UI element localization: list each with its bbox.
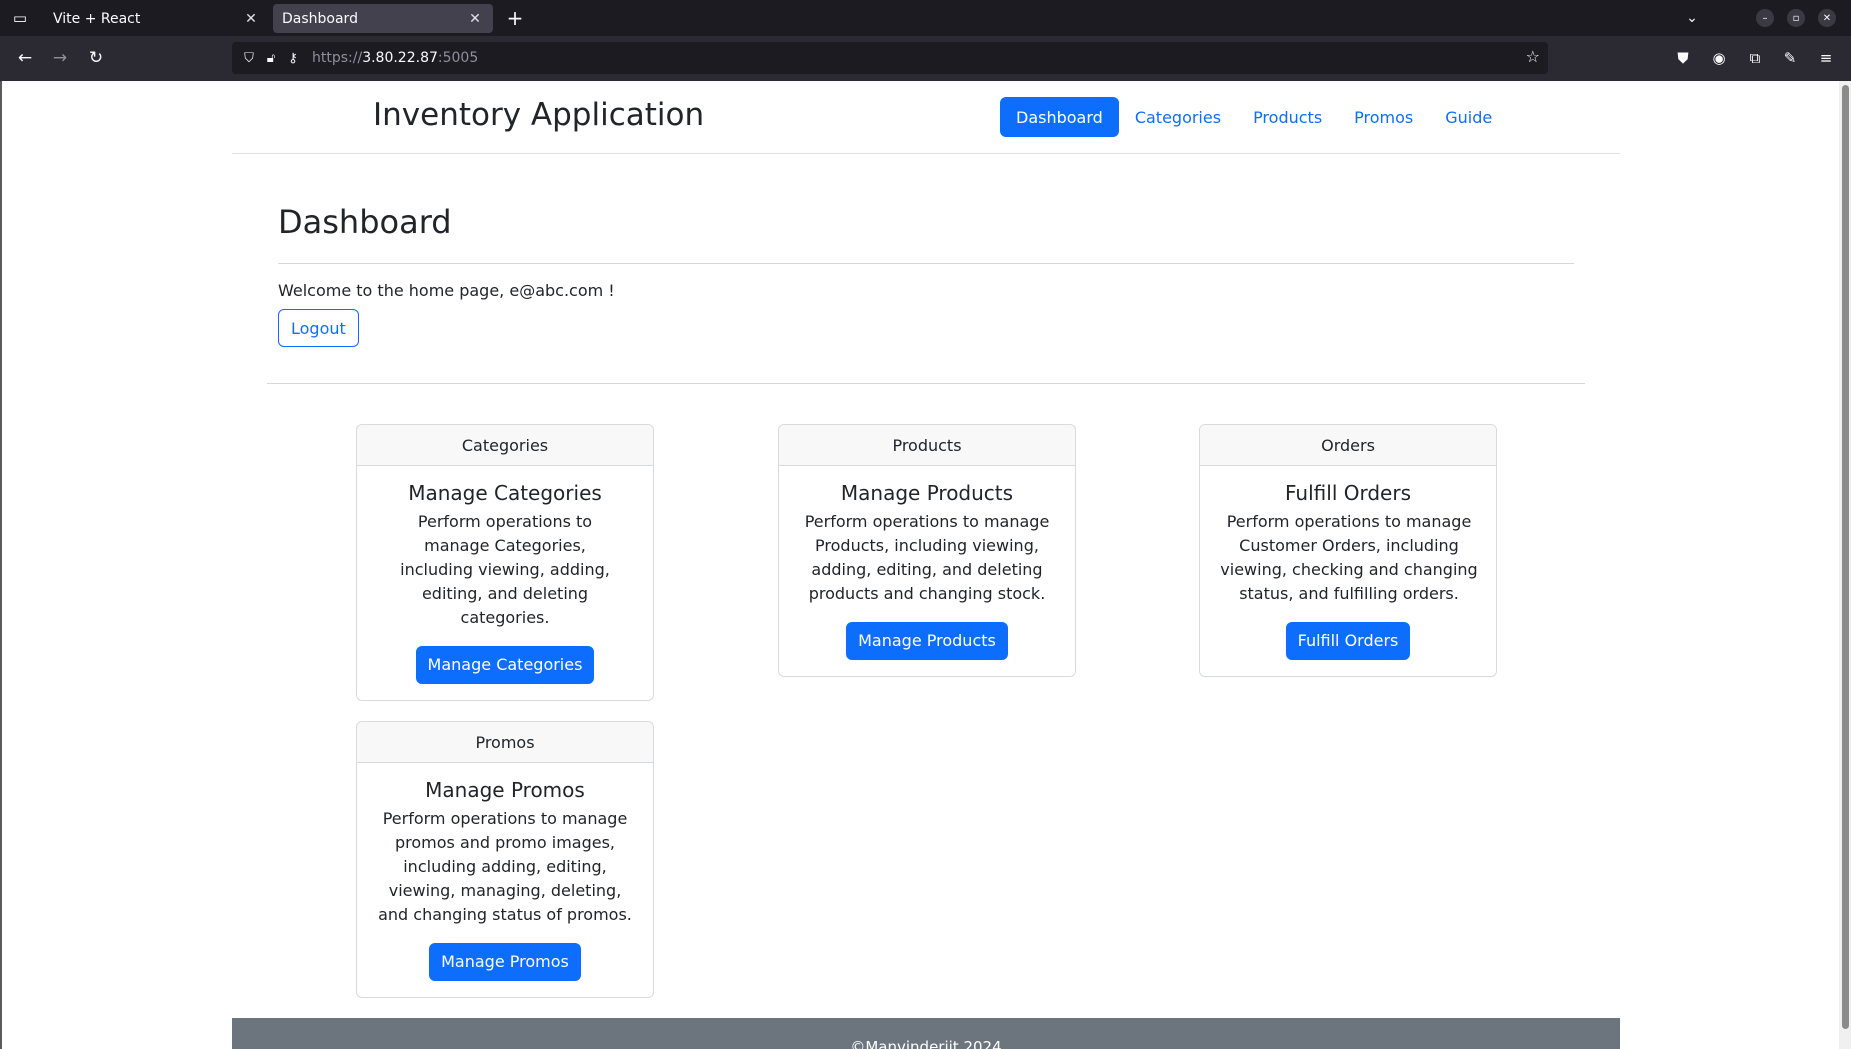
- forward-icon[interactable]: →: [46, 44, 74, 72]
- page-container: Inventory Application Dashboard Categori…: [232, 81, 1620, 1049]
- page-viewport: Inventory Application Dashboard Categori…: [0, 81, 1851, 1049]
- close-window-icon[interactable]: ✕: [1818, 9, 1836, 27]
- menu-icon[interactable]: ≡: [1812, 44, 1840, 72]
- key-icon[interactable]: ⚷: [282, 47, 304, 69]
- chevron-down-icon[interactable]: ⌄: [1680, 6, 1704, 30]
- card-body: Manage Products Perform operations to ma…: [779, 466, 1075, 676]
- extensions-icon[interactable]: ⧉: [1741, 44, 1769, 72]
- card-orders: Orders Fulfill Orders Perform operations…: [1199, 424, 1497, 677]
- card-text: Perform operations to manage Products, i…: [804, 512, 1050, 603]
- nav-products[interactable]: Products: [1237, 97, 1338, 137]
- card-header: Promos: [357, 722, 653, 763]
- url-bar[interactable]: ⛉ 🔓︎ ⚷ https://3.80.22.87:5005 ☆: [232, 42, 1548, 74]
- tab-title: Dashboard: [282, 10, 358, 27]
- main-nav: Dashboard Categories Products Promos Gui…: [1000, 97, 1508, 137]
- pen-icon[interactable]: ✎: [1776, 44, 1804, 72]
- browser-tab-vite-react[interactable]: Vite + React ✕: [44, 4, 269, 33]
- close-icon[interactable]: ✕: [467, 11, 483, 27]
- nav-dashboard[interactable]: Dashboard: [1000, 97, 1119, 137]
- scrollbar-thumb[interactable]: [1842, 85, 1849, 1029]
- card-body: Manage Categories Perform operations to …: [357, 466, 653, 700]
- logout-button[interactable]: Logout: [278, 309, 359, 347]
- card-text: Perform operations to manage promos and …: [378, 809, 632, 924]
- account-icon[interactable]: ◉: [1705, 44, 1733, 72]
- url-text[interactable]: https://3.80.22.87:5005: [312, 50, 478, 66]
- new-tab-button[interactable]: +: [502, 5, 528, 31]
- card-promos: Promos Manage Promos Perform operations …: [356, 721, 654, 998]
- close-icon[interactable]: ✕: [243, 11, 259, 27]
- tab-title: Vite + React: [53, 10, 141, 27]
- manage-promos-button[interactable]: Manage Promos: [429, 943, 581, 981]
- nav-guide[interactable]: Guide: [1429, 97, 1508, 137]
- page-footer: ©Manvinderjit 2024: [232, 1018, 1620, 1049]
- divider: [278, 263, 1574, 264]
- card-header: Categories: [357, 425, 653, 466]
- lock-icon[interactable]: 🔓︎: [260, 47, 282, 69]
- card-body: Manage Promos Perform operations to mana…: [357, 763, 653, 997]
- window-edge: [0, 81, 2, 1049]
- card-header: Products: [779, 425, 1075, 466]
- nav-promos[interactable]: Promos: [1338, 97, 1429, 137]
- card-products: Products Manage Products Perform operati…: [778, 424, 1076, 677]
- divider: [267, 383, 1585, 384]
- minimize-icon[interactable]: –: [1756, 9, 1774, 27]
- browser-tab-dashboard[interactable]: Dashboard ✕: [273, 4, 493, 33]
- browser-tab-strip: ▭ Vite + React ✕ Dashboard ✕ + ⌄ – ▫ ✕: [0, 0, 1851, 36]
- browser-toolbar: ← → ↻ ⛉ 🔓︎ ⚷ https://3.80.22.87:5005 ☆ ⛊…: [0, 36, 1851, 81]
- card-title: Fulfill Orders: [1285, 481, 1411, 505]
- card-body: Fulfill Orders Perform operations to man…: [1200, 466, 1496, 676]
- manage-products-button[interactable]: Manage Products: [846, 622, 1008, 660]
- nav-categories[interactable]: Categories: [1119, 97, 1237, 137]
- app-header: Inventory Application Dashboard Categori…: [232, 81, 1620, 154]
- welcome-message: Welcome to the home page, e@abc.com !: [278, 281, 615, 300]
- restore-icon[interactable]: ▫: [1787, 9, 1805, 27]
- page-title: Dashboard: [278, 203, 452, 241]
- page-scrollbar[interactable]: [1839, 81, 1851, 1049]
- card-header: Orders: [1200, 425, 1496, 466]
- fulfill-orders-button[interactable]: Fulfill Orders: [1285, 622, 1411, 660]
- app-brand[interactable]: Inventory Application: [373, 97, 704, 133]
- dashboard-section: Dashboard Welcome to the home page, e@ab…: [278, 201, 1574, 347]
- back-icon[interactable]: ←: [11, 44, 39, 72]
- pocket-icon[interactable]: ⛊: [1669, 44, 1697, 72]
- card-text: Perform operations to manage Customer Or…: [1220, 512, 1478, 603]
- card-categories: Categories Manage Categories Perform ope…: [356, 424, 654, 701]
- card-title: Manage Products: [840, 481, 1014, 505]
- tab-list-icon[interactable]: ▭: [6, 4, 34, 32]
- card-title: Manage Promos: [425, 778, 585, 802]
- star-icon[interactable]: ☆: [1526, 47, 1540, 66]
- reload-icon[interactable]: ↻: [82, 44, 110, 72]
- card-text: Perform operations to manage Categories,…: [400, 512, 610, 627]
- manage-categories-button[interactable]: Manage Categories: [415, 646, 595, 684]
- shield-icon[interactable]: ⛉: [238, 47, 260, 69]
- card-title: Manage Categories: [408, 481, 602, 505]
